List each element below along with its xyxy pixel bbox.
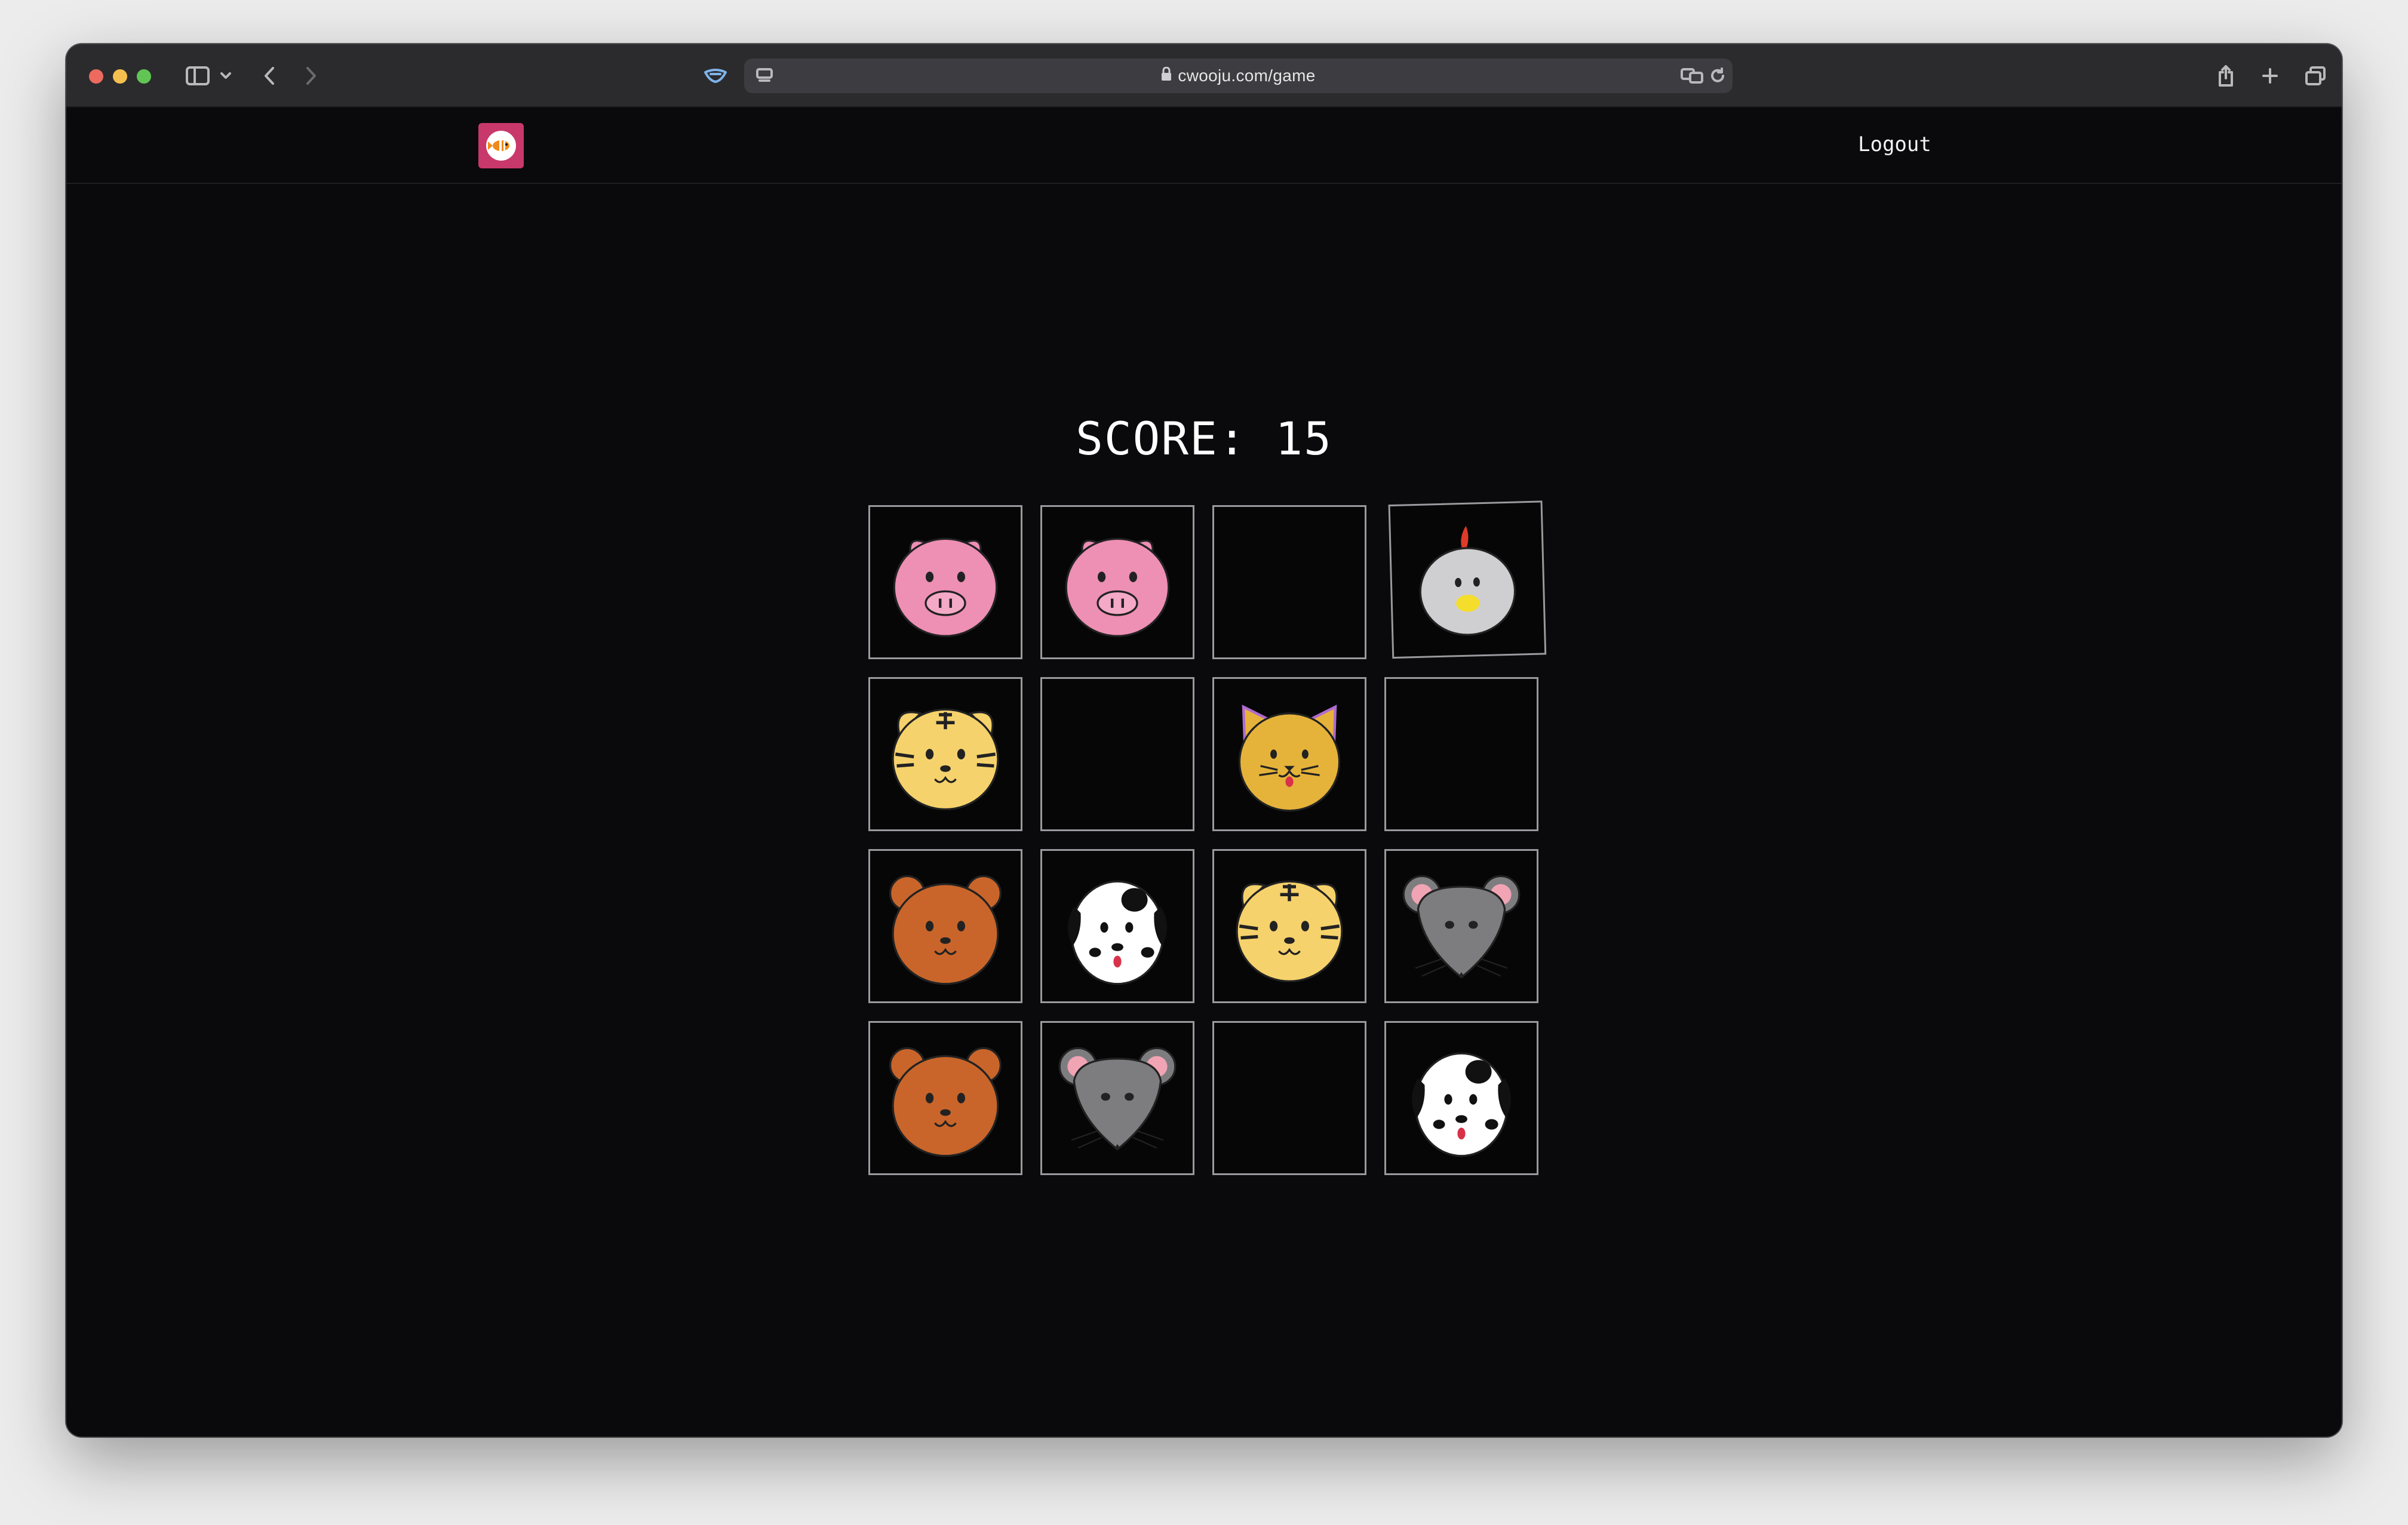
memory-card-mouse[interactable] — [1040, 1021, 1194, 1175]
score-display: SCORE: 15 — [1076, 412, 1332, 465]
browser-toolbar: cwooju.com/game — [66, 44, 2342, 107]
chevron-down-icon[interactable] — [217, 62, 235, 90]
reload-icon[interactable] — [1706, 62, 1730, 90]
pig-face-icon — [893, 537, 998, 637]
memory-card-bear[interactable] — [868, 1021, 1022, 1175]
cat-face-icon — [1224, 688, 1355, 820]
tiger-face-icon — [880, 688, 1011, 820]
bear-face-icon — [889, 875, 1002, 985]
logout-button[interactable]: Logout — [1858, 133, 1931, 156]
memory-card-tiger[interactable] — [868, 677, 1022, 831]
site-header: Logout — [66, 107, 2342, 184]
url-text: cwooju.com/game — [1178, 66, 1316, 85]
browser-window: cwooju.com/game Logout SCORE: 15 — [66, 44, 2342, 1437]
memory-card-hidden[interactable] — [1384, 677, 1538, 831]
privacy-shield-icon[interactable] — [701, 62, 730, 90]
memory-card-chicken[interactable] — [1388, 500, 1547, 659]
game-page: Logout SCORE: 15 — [66, 107, 2342, 1437]
memory-card-cat[interactable] — [1212, 677, 1366, 831]
memory-card-grid — [868, 500, 1547, 1175]
translate-icon[interactable] — [1679, 62, 1705, 90]
memory-card-pig[interactable] — [1040, 505, 1194, 659]
lock-icon — [1161, 66, 1172, 85]
clownfish-logo-icon — [486, 131, 516, 161]
memory-card-hidden[interactable] — [1040, 677, 1194, 831]
back-button[interactable] — [257, 62, 281, 90]
zoom-window-button[interactable] — [137, 69, 151, 84]
address-bar[interactable]: cwooju.com/game — [744, 59, 1733, 93]
mouse-face-icon — [1058, 1047, 1177, 1151]
memory-card-hidden[interactable] — [1212, 505, 1366, 659]
site-logo[interactable] — [478, 123, 524, 168]
memory-card-mouse[interactable] — [1384, 849, 1538, 1003]
memory-card-hidden[interactable] — [1212, 1021, 1366, 1175]
memory-card-bear[interactable] — [868, 849, 1022, 1003]
forward-button[interactable] — [299, 62, 323, 90]
dog-face-icon — [1067, 880, 1168, 985]
tab-overview-icon[interactable] — [2302, 62, 2329, 90]
sidebar-toggle-icon[interactable] — [181, 62, 214, 90]
share-icon[interactable] — [2214, 62, 2238, 90]
close-window-button[interactable] — [89, 69, 103, 84]
memory-card-pig[interactable] — [868, 505, 1022, 659]
memory-card-tiger[interactable] — [1212, 849, 1366, 1003]
chicken-face-icon — [1417, 523, 1518, 637]
minimize-window-button[interactable] — [113, 69, 127, 84]
memory-card-dog[interactable] — [1384, 1021, 1538, 1175]
bear-face-icon — [889, 1047, 1002, 1157]
new-tab-icon[interactable] — [2258, 62, 2282, 90]
dog-face-icon — [1411, 1052, 1512, 1157]
pig-face-icon — [1065, 537, 1170, 637]
tiger-face-icon — [1224, 860, 1355, 992]
memory-card-dog[interactable] — [1040, 849, 1194, 1003]
mouse-face-icon — [1402, 875, 1521, 979]
